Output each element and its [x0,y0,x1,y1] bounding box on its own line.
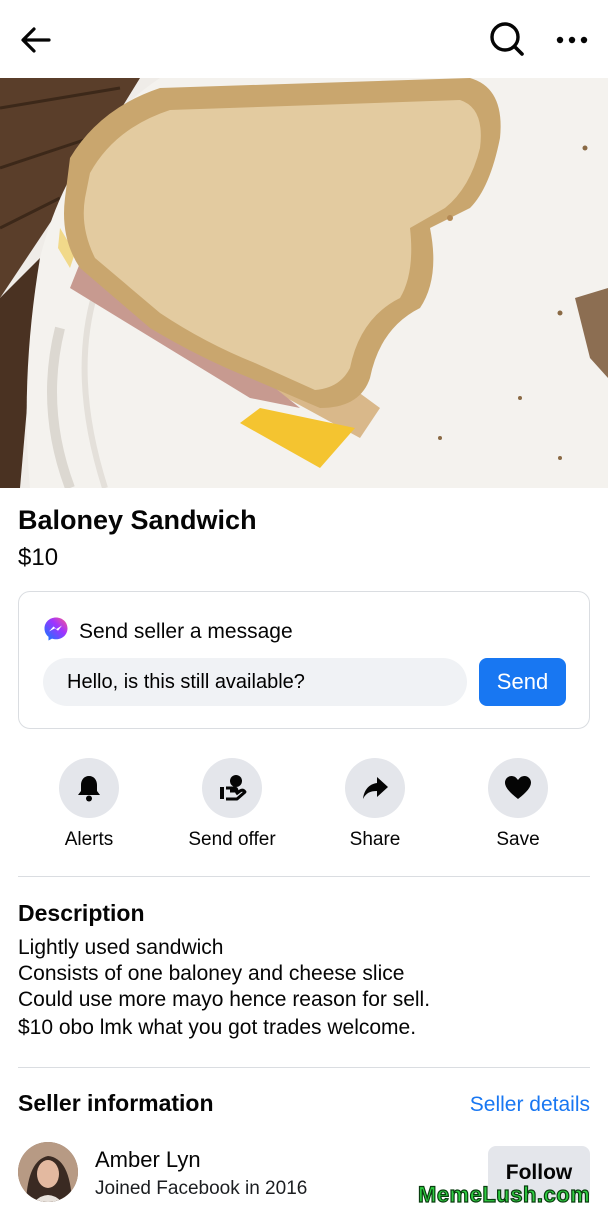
listing-title: Baloney Sandwich [18,505,257,535]
divider [18,876,590,877]
seller-name[interactable]: Amber Lyn [95,1147,201,1173]
description-line: $10 obo lmk what you got trades welcome. [18,1016,417,1039]
description-line: Consists of one baloney and cheese slice [18,962,405,985]
seller-info-heading: Seller information [18,1090,214,1116]
description-line: Lightly used sandwich [18,936,224,959]
message-card-title: Send seller a message [79,620,293,643]
action-row: Alerts Send offer Share Save [18,758,590,858]
send-offer-button[interactable]: Send offer [167,758,297,851]
top-bar [0,0,608,78]
message-card: Send seller a message Send [18,591,590,729]
heart-icon [488,758,548,818]
share-label: Share [349,829,401,850]
more-dots-icon[interactable] [553,26,591,54]
share-arrow-icon [345,758,405,818]
description-line: Could use more mayo hence reason for sel… [18,988,431,1011]
search-icon[interactable] [488,20,526,58]
save-button[interactable]: Save [453,758,583,851]
offer-icon [202,758,262,818]
send-button[interactable]: Send [479,658,566,706]
bell-icon [59,758,119,818]
arrow-left-icon[interactable] [18,22,54,58]
message-input[interactable] [43,658,467,706]
save-label: Save [496,829,540,850]
watermark-text: MemeLush.com [417,1181,591,1207]
description-heading: Description [18,900,145,926]
alerts-label: Alerts [64,829,114,850]
messenger-icon [43,616,69,642]
send-offer-label: Send offer [188,829,276,850]
share-button[interactable]: Share [310,758,440,851]
avatar[interactable] [18,1142,78,1202]
listing-price: $10 [18,544,59,571]
alerts-button[interactable]: Alerts [24,758,154,851]
listing-photo[interactable] [0,78,608,488]
seller-joined-text: Joined Facebook in 2016 [95,1178,308,1199]
seller-details-link[interactable]: Seller details [470,1093,590,1117]
divider [18,1067,590,1068]
